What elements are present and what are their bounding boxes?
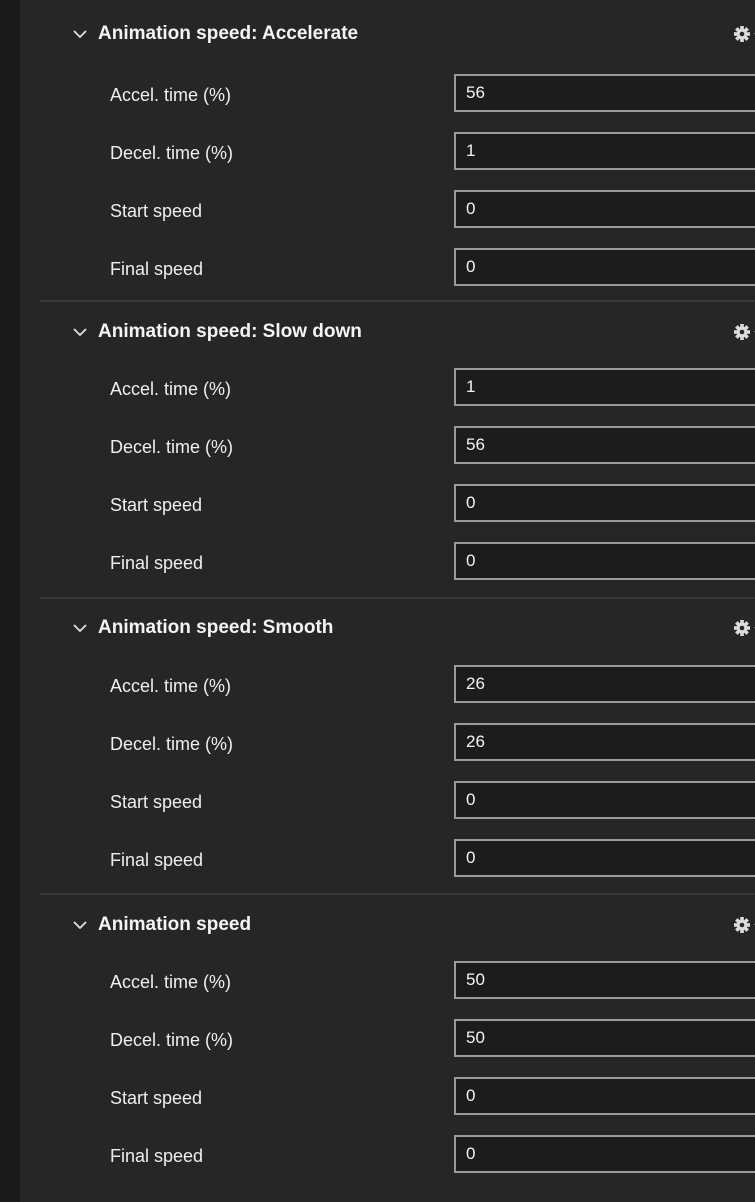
- field-row: Accel. time (%): [88, 360, 755, 418]
- field-row: Decel. time (%): [88, 1011, 755, 1069]
- field-label: Decel. time (%): [110, 437, 234, 457]
- gear-dropdown-icon[interactable]: [732, 895, 755, 955]
- section-header[interactable]: Animation speed: Smooth: [40, 598, 755, 658]
- field-label: Decel. time (%): [110, 143, 234, 163]
- decel-time-input[interactable]: [454, 723, 755, 761]
- section-slow-down: Animation speed: Slow down Accel. time (…: [40, 302, 755, 599]
- field-label: Final speed: [110, 850, 204, 870]
- field-row: Final speed: [88, 534, 755, 592]
- decel-time-input[interactable]: [454, 1019, 755, 1057]
- chevron-down-icon[interactable]: [70, 895, 90, 955]
- field-label: Accel. time (%): [110, 379, 232, 399]
- field-label: Accel. time (%): [110, 972, 232, 992]
- section-default: Animation speed Accel. time (%) 50 Decel…: [40, 895, 755, 1192]
- field-label: Decel. time (%): [110, 734, 234, 754]
- field-label: Final speed: [110, 553, 204, 573]
- field-row: Final speed: [88, 1127, 755, 1185]
- field-label: Accel. time (%): [110, 676, 232, 696]
- start-speed-input[interactable]: [454, 484, 755, 522]
- field-label: Start speed: [110, 495, 203, 515]
- field-row: Start speed: [88, 476, 755, 534]
- accel-time-input[interactable]: [454, 665, 755, 703]
- field-row: Decel. time (%): [88, 418, 755, 476]
- decel-time-input[interactable]: [454, 426, 755, 464]
- start-speed-input[interactable]: [454, 1077, 755, 1115]
- section-title: Animation speed: [98, 914, 252, 935]
- accel-time-input[interactable]: [454, 368, 755, 406]
- final-speed-input[interactable]: [454, 542, 755, 580]
- field-row: Accel. time (%): [88, 657, 755, 715]
- field-label: Decel. time (%): [110, 1030, 234, 1050]
- field-row: Start speed: [88, 182, 755, 240]
- section-header[interactable]: Animation speed: Accelerate: [40, 4, 755, 64]
- gear-dropdown-icon[interactable]: [732, 4, 755, 64]
- field-row: Decel. time (%): [88, 715, 755, 773]
- field-label: Start speed: [110, 1088, 203, 1108]
- field-row: Start speed: [88, 1069, 755, 1127]
- field-row: Final speed: [88, 831, 755, 889]
- properties-panel: Animation speed: Accelerate Accel. time …: [0, 0, 755, 1202]
- field-row: Start speed: [88, 773, 755, 831]
- chevron-down-icon[interactable]: [70, 302, 90, 362]
- accel-time-input[interactable]: [454, 74, 755, 112]
- chevron-down-icon[interactable]: [70, 598, 90, 658]
- final-speed-input[interactable]: [454, 1135, 755, 1173]
- final-speed-input[interactable]: [454, 248, 755, 286]
- field-label: Accel. time (%): [110, 85, 232, 105]
- field-row: Decel. time (%): [88, 124, 755, 182]
- field-label: Start speed: [110, 201, 203, 221]
- section-title: Animation speed: Smooth: [98, 617, 334, 638]
- chevron-down-icon[interactable]: [70, 4, 90, 64]
- field-row: Accel. time (%): [88, 953, 755, 1011]
- accel-time-input[interactable]: [454, 961, 755, 999]
- start-speed-input[interactable]: [454, 190, 755, 228]
- section-smooth: Animation speed: Smooth Accel. time (%): [40, 598, 755, 895]
- field-label: Final speed: [110, 1146, 204, 1166]
- section-title: Animation speed: Slow down: [98, 321, 362, 342]
- section-header[interactable]: Animation speed: [40, 895, 755, 955]
- field-label: Final speed: [110, 259, 204, 279]
- start-speed-input[interactable]: [454, 781, 755, 819]
- section-header[interactable]: Animation speed: Slow down: [40, 302, 755, 362]
- field-row: Final speed: [88, 240, 755, 298]
- final-speed-input[interactable]: [454, 839, 755, 877]
- field-row: Accel. time (%): [88, 66, 755, 124]
- gear-dropdown-icon[interactable]: [732, 302, 755, 362]
- gear-dropdown-icon[interactable]: [732, 598, 755, 658]
- section-accelerate: Animation speed: Accelerate Accel. time …: [40, 4, 755, 301]
- field-label: Start speed: [110, 792, 203, 812]
- section-title: Animation speed: Accelerate: [98, 23, 359, 44]
- decel-time-input[interactable]: [454, 132, 755, 170]
